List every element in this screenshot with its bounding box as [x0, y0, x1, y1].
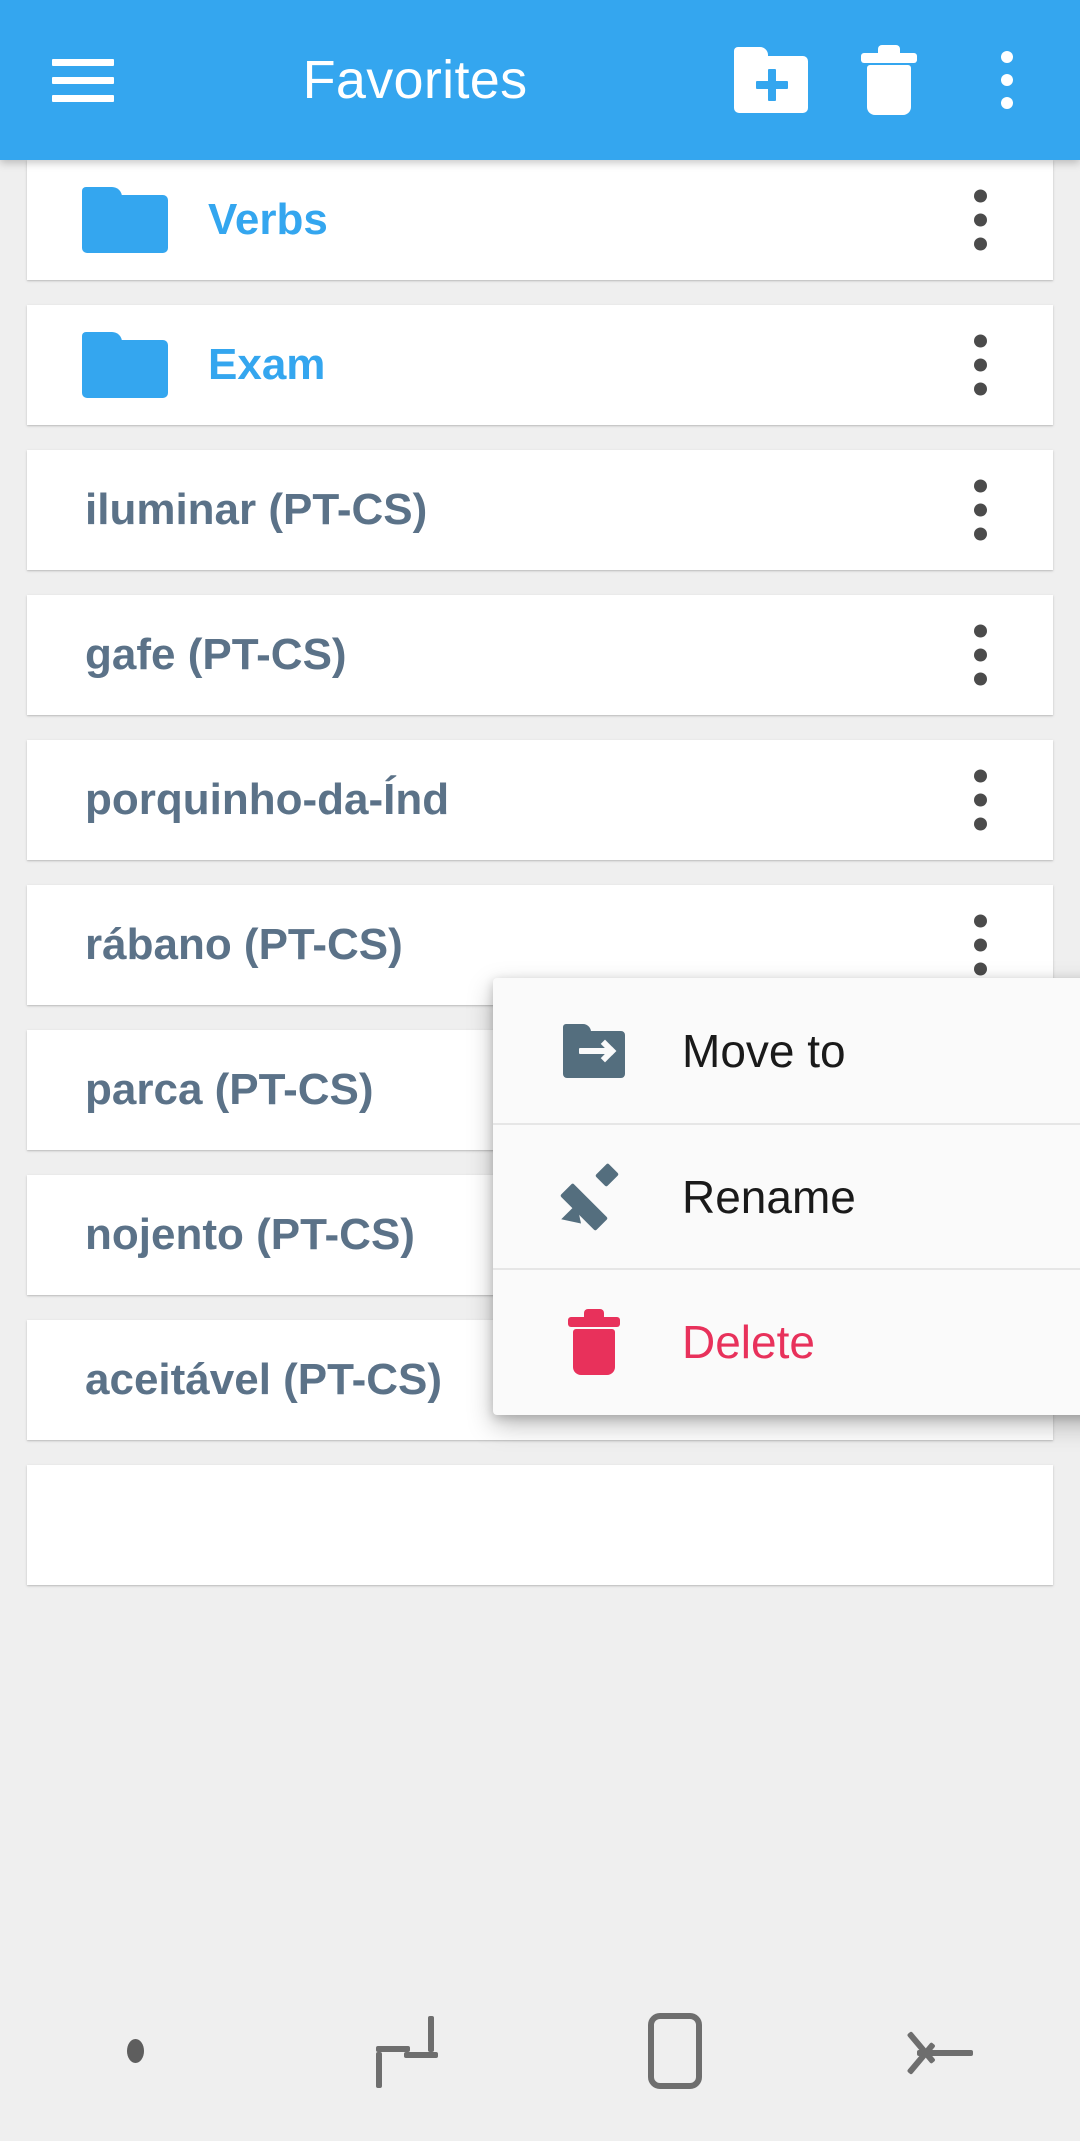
context-menu-item-rename[interactable]: Rename: [493, 1123, 1080, 1268]
app-bar-actions: [712, 21, 1066, 139]
delete-button[interactable]: [830, 21, 948, 139]
row-overflow-button[interactable]: [956, 176, 1005, 265]
hamburger-line: [52, 94, 114, 102]
hamburger-line: [52, 58, 114, 66]
list-item-label: nojento (PT-CS): [85, 1210, 415, 1259]
row-overflow-button[interactable]: [956, 611, 1005, 700]
list-item-label: porquinho-da-Índ: [85, 775, 450, 824]
back-icon: [906, 2016, 977, 2086]
row-overflow-button[interactable]: [956, 901, 1005, 990]
context-menu[interactable]: Move to Rename Delete: [493, 978, 1080, 1415]
new-folder-button[interactable]: [712, 21, 830, 139]
context-menu-item-label: Rename: [682, 1170, 856, 1223]
list-item[interactable]: gafe (PT-CS): [27, 595, 1053, 715]
page-title: Favorites: [302, 50, 528, 110]
kebab-menu-icon: [1001, 51, 1013, 109]
nav-home-button[interactable]: [540, 2012, 810, 2089]
row-overflow-button[interactable]: [956, 756, 1005, 845]
list-item-label: iluminar (PT-CS): [85, 485, 428, 534]
list-item[interactable]: iluminar (PT-CS): [27, 450, 1053, 570]
list-item-label: parca (PT-CS): [85, 1065, 374, 1114]
list-item-label: rábano (PT-CS): [85, 920, 403, 969]
app-screen: Favorites Verbs Exam iluminar (PT-CS) ga…: [0, 0, 1080, 2141]
row-overflow-button[interactable]: [956, 466, 1005, 555]
list-item-label: gafe (PT-CS): [85, 630, 347, 679]
trash-icon: [548, 1308, 640, 1375]
nav-dot-button[interactable]: [0, 2038, 270, 2063]
move-to-folder-icon: [548, 1023, 640, 1078]
list-item[interactable]: porquinho-da-Índ: [27, 740, 1053, 860]
context-menu-item-label: Move to: [682, 1024, 846, 1077]
folder-icon: [82, 187, 168, 253]
list-item-label: Verbs: [208, 195, 328, 244]
folder-icon: [82, 332, 168, 398]
pencil-icon: [548, 1162, 640, 1231]
home-icon: [648, 2012, 702, 2089]
nav-recents-button[interactable]: [270, 2015, 540, 2088]
dot-indicator-icon: [126, 2038, 144, 2063]
overflow-menu-button[interactable]: [948, 21, 1066, 139]
trash-icon: [861, 45, 917, 115]
list-item-label: aceitável (PT-CS): [85, 1355, 443, 1404]
context-menu-item-move-to[interactable]: Move to: [493, 978, 1080, 1123]
nav-back-button[interactable]: [810, 2016, 1080, 2086]
app-bar: Favorites: [0, 0, 1080, 160]
list-item-label: Exam: [208, 340, 326, 389]
context-menu-item-label: Delete: [682, 1315, 815, 1368]
new-folder-icon: [734, 47, 808, 113]
hamburger-line: [52, 76, 114, 84]
list-item[interactable]: Verbs: [27, 160, 1053, 280]
context-menu-item-delete[interactable]: Delete: [493, 1268, 1080, 1413]
list-item[interactable]: [27, 1465, 1053, 1585]
list-item[interactable]: Exam: [27, 305, 1053, 425]
recents-icon: [376, 2015, 438, 2088]
system-navigation-bar: [0, 1960, 1080, 2141]
row-overflow-button[interactable]: [956, 321, 1005, 410]
